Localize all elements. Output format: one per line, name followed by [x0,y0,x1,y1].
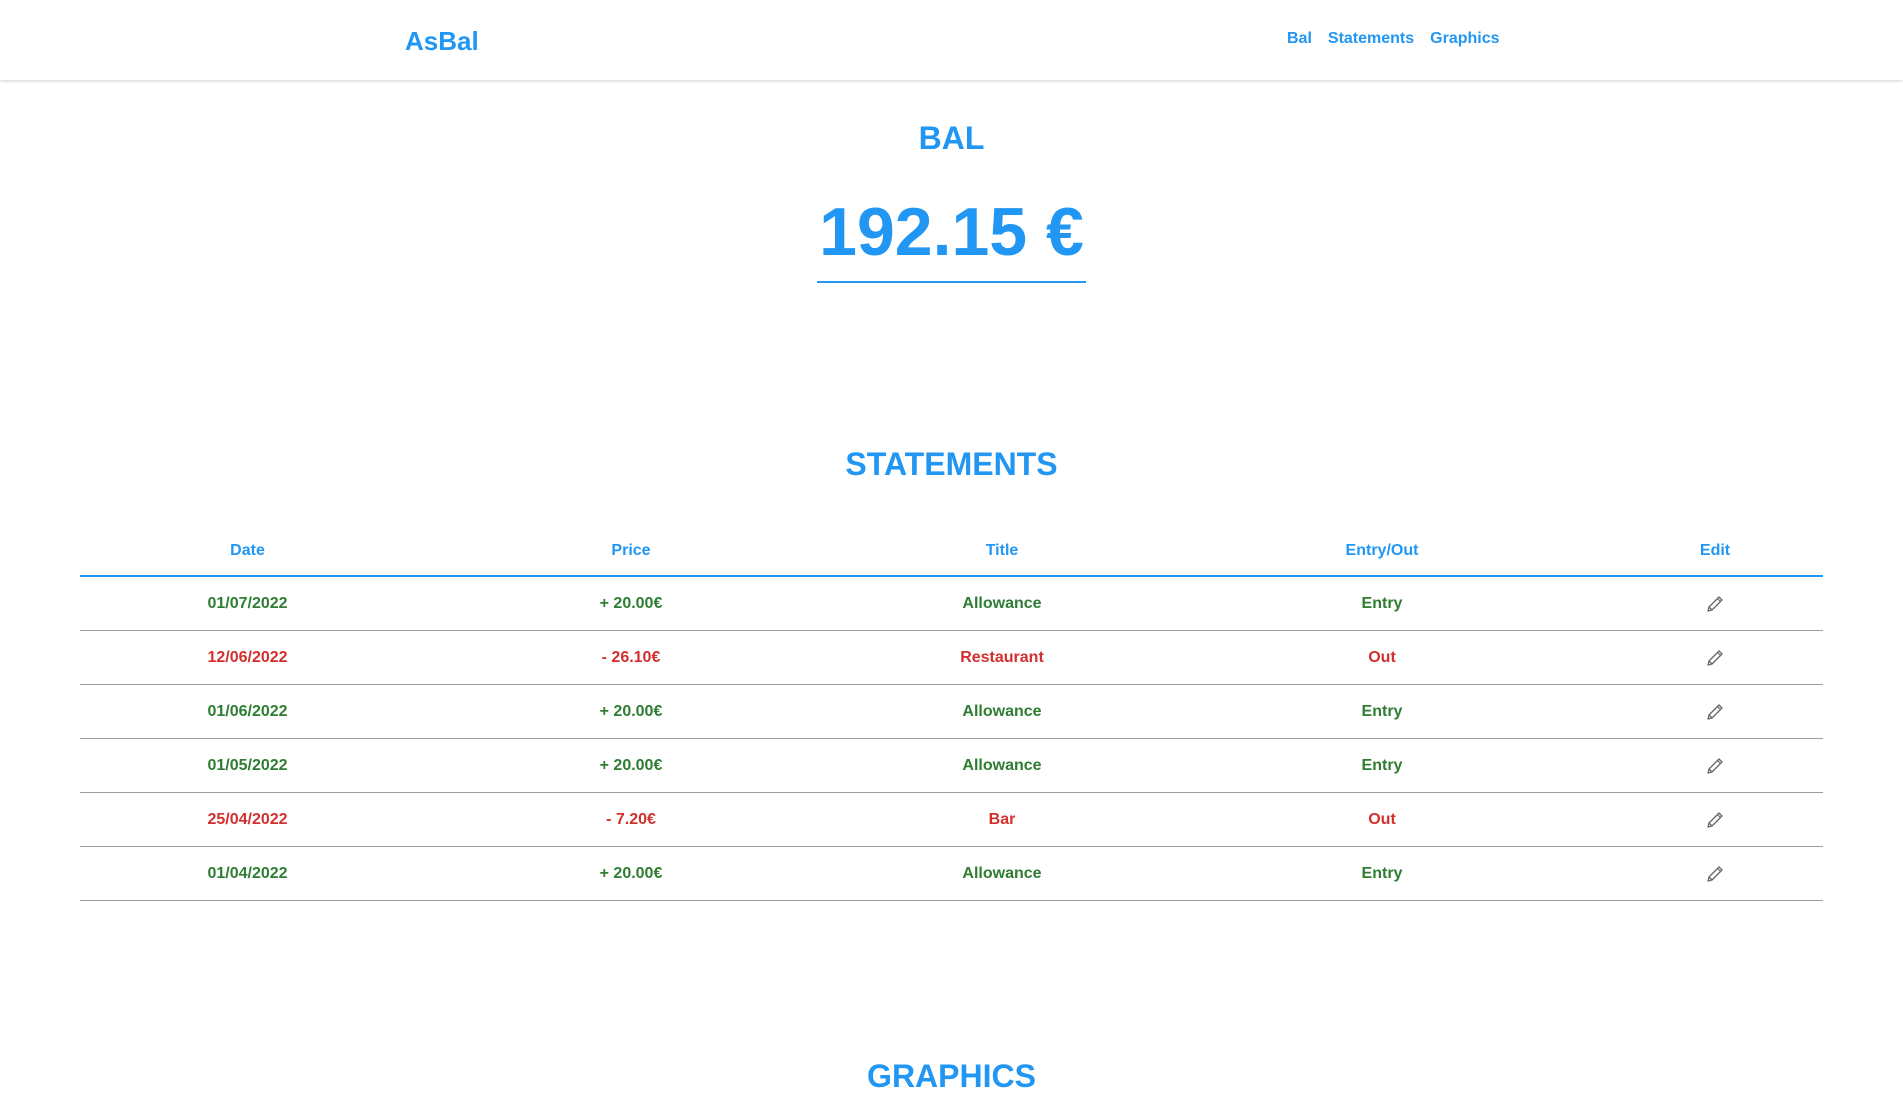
statements-table-body: 01/07/2022 + 20.00€ Allowance Entry 12/06/20… [80,576,1823,901]
cell-price: + 20.00€ [415,738,847,793]
pencil-icon[interactable] [1704,755,1726,777]
cell-price: + 20.00€ [415,576,847,631]
table-row: 01/07/2022 + 20.00€ Allowance Entry [80,576,1823,631]
brand-logo[interactable]: AsBal [405,26,479,57]
table-row: 01/06/2022 + 20.00€ Allowance Entry [80,684,1823,739]
pencil-icon[interactable] [1704,593,1726,615]
cell-entry-out: Entry [1157,738,1607,793]
cell-price: - 26.10€ [415,630,847,685]
cell-date: 12/06/2022 [80,630,415,685]
cell-edit [1607,576,1823,631]
cell-date: 01/05/2022 [80,738,415,793]
cell-price: + 20.00€ [415,846,847,901]
balance-amount-container: 192.15 € [0,195,1903,284]
balance-section-title: BAL [918,120,985,156]
cell-price: - 7.20€ [415,792,847,847]
cell-title: Allowance [847,576,1157,631]
column-header-title: Title [847,527,1157,577]
nav-link-graphics[interactable]: Graphics [1430,30,1499,48]
pencil-icon[interactable] [1704,647,1726,669]
graphics-section-title: GRAPHICS [867,1058,1036,1094]
cell-date: 01/07/2022 [80,576,415,631]
nav-link-bal[interactable]: Bal [1287,30,1312,48]
cell-title: Allowance [847,738,1157,793]
cell-edit [1607,630,1823,685]
cell-date: 01/04/2022 [80,846,415,901]
cell-entry-out: Entry [1157,846,1607,901]
column-header-price: Price [415,527,847,577]
cell-date: 25/04/2022 [80,792,415,847]
column-header-entry-out: Entry/Out [1157,527,1607,577]
cell-title: Allowance [847,684,1157,739]
cell-price: + 20.00€ [415,684,847,739]
table-row: 01/05/2022 + 20.00€ Allowance Entry [80,738,1823,793]
cell-entry-out: Out [1157,630,1607,685]
pencil-icon[interactable] [1704,809,1726,831]
cell-entry-out: Entry [1157,684,1607,739]
cell-date: 01/06/2022 [80,684,415,739]
column-header-date: Date [80,527,415,577]
table-row: 25/04/2022- 7.20€ Bar Out [80,792,1823,847]
table-row: 01/04/2022 + 20.00€ Allowance Entry [80,846,1823,901]
cell-entry-out: Entry [1157,576,1607,631]
cell-edit [1607,846,1823,901]
cell-title: Allowance [847,846,1157,901]
table-row: 12/06/2022- 26.10€ Restaurant Out [80,630,1823,685]
nav-links: Bal Statements Graphics [1287,30,1500,48]
cell-title: Restaurant [847,630,1157,685]
pencil-icon[interactable] [1704,863,1726,885]
pencil-icon[interactable] [1704,701,1726,723]
column-header-edit: Edit [1607,527,1823,577]
nav-link-statements[interactable]: Statements [1328,30,1414,48]
balance-amount: 192.15 € [817,195,1086,284]
cell-entry-out: Out [1157,792,1607,847]
cell-title: Bar [847,792,1157,847]
statements-table: Date Price Title Entry/Out Edit 01/07/20… [80,527,1823,901]
table-header-row: Date Price Title Entry/Out Edit [80,527,1823,577]
statements-section-title: STATEMENTS [845,446,1058,482]
cell-edit [1607,738,1823,793]
cell-edit [1607,792,1823,847]
cell-edit [1607,684,1823,739]
navbar: AsBal Bal Statements Graphics [0,0,1903,80]
